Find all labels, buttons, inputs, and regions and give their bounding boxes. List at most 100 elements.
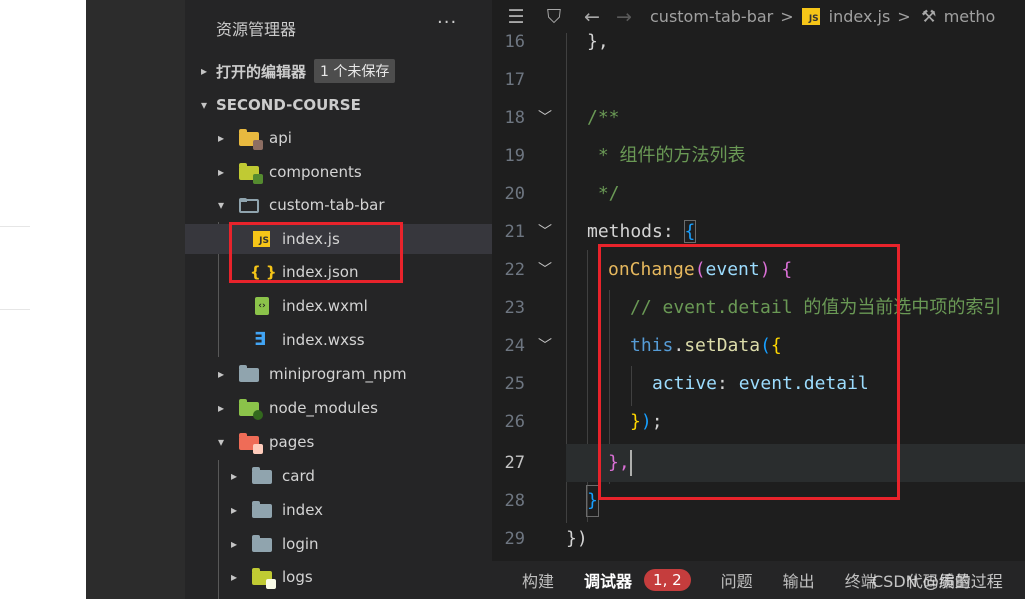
tree-item-login[interactable]: ▸ login: [185, 529, 492, 559]
line-number: 25: [504, 374, 525, 394]
tree-item-label: index.wxss: [282, 331, 365, 349]
tree-item-index-js[interactable]: JS index.js: [185, 224, 492, 254]
open-editors-section[interactable]: ▸ 打开的编辑器 1 个未保存: [185, 56, 492, 86]
code-text: * 组件的方法列表: [587, 145, 746, 166]
code-line[interactable]: 24 ﹀ this.setData({: [492, 327, 1025, 365]
line-number: 24: [504, 336, 525, 356]
code-line[interactable]: 16 },: [492, 23, 1025, 61]
tree-item-card[interactable]: ▸ card: [185, 461, 492, 491]
tree-item-label: login: [282, 535, 319, 553]
folder-icon: [252, 467, 274, 485]
tab-debugger[interactable]: 调试器: [584, 568, 632, 592]
line-number: 17: [504, 70, 525, 90]
folder-icon: [252, 501, 274, 519]
chevron-down-icon: ▾: [217, 435, 225, 449]
watermark: CSDN @编的过程: [872, 572, 1003, 591]
code-text: // event.detail 的值为当前选中项的索引: [630, 297, 1002, 318]
line-number: 29: [504, 529, 525, 549]
tree-item-label: index: [282, 501, 324, 519]
tree-item-logs[interactable]: ▸ logs: [185, 562, 492, 592]
tree-item-label: logs: [282, 568, 313, 586]
line-number: 22: [504, 260, 525, 280]
chevron-right-icon: ▸: [230, 503, 238, 517]
tree-item-miniprogram-npm[interactable]: ▸ miniprogram_npm: [185, 359, 492, 389]
code-line[interactable]: 18 ﹀ /**: [492, 99, 1025, 137]
wxss-file-icon: ∃: [254, 329, 267, 350]
chevron-down-icon: ▾: [200, 98, 208, 112]
tree-item-index-wxss[interactable]: ∃ index.wxss: [185, 325, 492, 355]
code-text: });: [630, 411, 663, 432]
code-line[interactable]: 23 // event.detail 的值为当前选中项的索引: [492, 289, 1025, 327]
fold-chevron-icon[interactable]: ﹀: [538, 251, 552, 289]
line-number: 28: [504, 491, 525, 511]
folder-pages-icon: [239, 433, 263, 454]
fold-chevron-icon[interactable]: ﹀: [538, 213, 552, 251]
project-label: SECOND-COURSE: [216, 96, 361, 114]
tree-item-label: index.json: [282, 263, 359, 281]
code-line[interactable]: 25 active: event.detail: [492, 365, 1025, 403]
code-line[interactable]: 26 });: [492, 403, 1025, 441]
chevron-right-icon: ▸: [230, 537, 238, 551]
code-text: this.setData({: [630, 335, 782, 356]
fold-chevron-icon[interactable]: ﹀: [538, 99, 552, 137]
tree-item-label: card: [282, 467, 315, 485]
code-line[interactable]: 22 ﹀ onChange(event) {: [492, 251, 1025, 289]
chevron-right-icon: ▸: [200, 64, 208, 78]
fold-chevron-icon[interactable]: ﹀: [538, 327, 552, 365]
tab-output[interactable]: 输出: [783, 568, 815, 592]
tree-item-pages[interactable]: ▾ pages: [185, 427, 492, 457]
divider: [0, 309, 30, 310]
tree-item-label: index.js: [282, 230, 340, 248]
code-text: */: [587, 183, 620, 204]
tree-item-index-json[interactable]: { } index.json: [185, 257, 492, 287]
chevron-right-icon: ▸: [230, 570, 238, 584]
unsaved-badge: 1 个未保存: [314, 59, 396, 83]
folder-api-icon: [239, 129, 263, 150]
tree-item-components[interactable]: ▸ components: [185, 157, 492, 187]
code-text: },: [587, 31, 609, 52]
tree-item-label: index.wxml: [282, 297, 368, 315]
line-number: 20: [504, 184, 525, 204]
code-line[interactable]: 21 ﹀ methods: {: [492, 213, 1025, 251]
text-cursor: [629, 450, 632, 476]
code-line[interactable]: 29 }): [492, 520, 1025, 558]
folder-components-icon: [239, 163, 263, 184]
tree-item-index-wxml[interactable]: ‹› index.wxml: [185, 291, 492, 321]
tree-item-api[interactable]: ▸ api: [185, 123, 492, 153]
code-editor[interactable]: ☰ ⛉ ← → custom-tab-bar > JS index.js > ⚒…: [492, 0, 1025, 599]
line-number: 19: [504, 146, 525, 166]
code-line[interactable]: 20 */: [492, 175, 1025, 213]
code-line-current[interactable]: 27 },: [505, 444, 1025, 482]
code-text: onChange(event) {: [608, 259, 793, 280]
open-editors-label: 打开的编辑器: [216, 62, 307, 81]
chevron-right-icon: ▸: [217, 367, 225, 381]
left-blank-area: [0, 0, 86, 599]
project-section[interactable]: ▾ SECOND-COURSE: [185, 90, 492, 120]
tree-item-custom-tab-bar[interactable]: ▾ custom-tab-bar: [185, 190, 492, 220]
code-text: }: [586, 485, 599, 517]
chevron-right-icon: ▸: [217, 131, 225, 145]
line-number: 16: [504, 32, 525, 52]
code-line[interactable]: 17: [492, 61, 1025, 99]
tree-item-label: components: [269, 163, 362, 181]
tab-build[interactable]: 构建: [522, 568, 554, 592]
tree-item-index[interactable]: ▸ index: [185, 495, 492, 525]
js-file-icon: JS: [252, 230, 274, 248]
line-number: 23: [504, 298, 525, 318]
tree-item-node-modules[interactable]: ▸ node_modules: [185, 393, 492, 423]
code-text: /**: [587, 107, 620, 128]
line-number: 26: [504, 412, 525, 432]
tab-problems[interactable]: 问题: [721, 568, 753, 592]
json-file-icon: { }: [250, 263, 277, 281]
code-text: }): [566, 528, 588, 549]
folder-icon: [239, 365, 261, 383]
tree-item-label: custom-tab-bar: [269, 196, 385, 214]
chevron-right-icon: ▸: [217, 165, 225, 179]
code-line[interactable]: 28 }: [492, 482, 1025, 520]
folder-node-icon: [239, 399, 263, 420]
line-number: 27: [504, 453, 525, 473]
code-text: active: event.detail: [652, 373, 869, 394]
code-line[interactable]: 19 * 组件的方法列表: [492, 137, 1025, 175]
chevron-right-icon: ▸: [230, 469, 238, 483]
more-actions-icon[interactable]: ···: [437, 12, 457, 33]
